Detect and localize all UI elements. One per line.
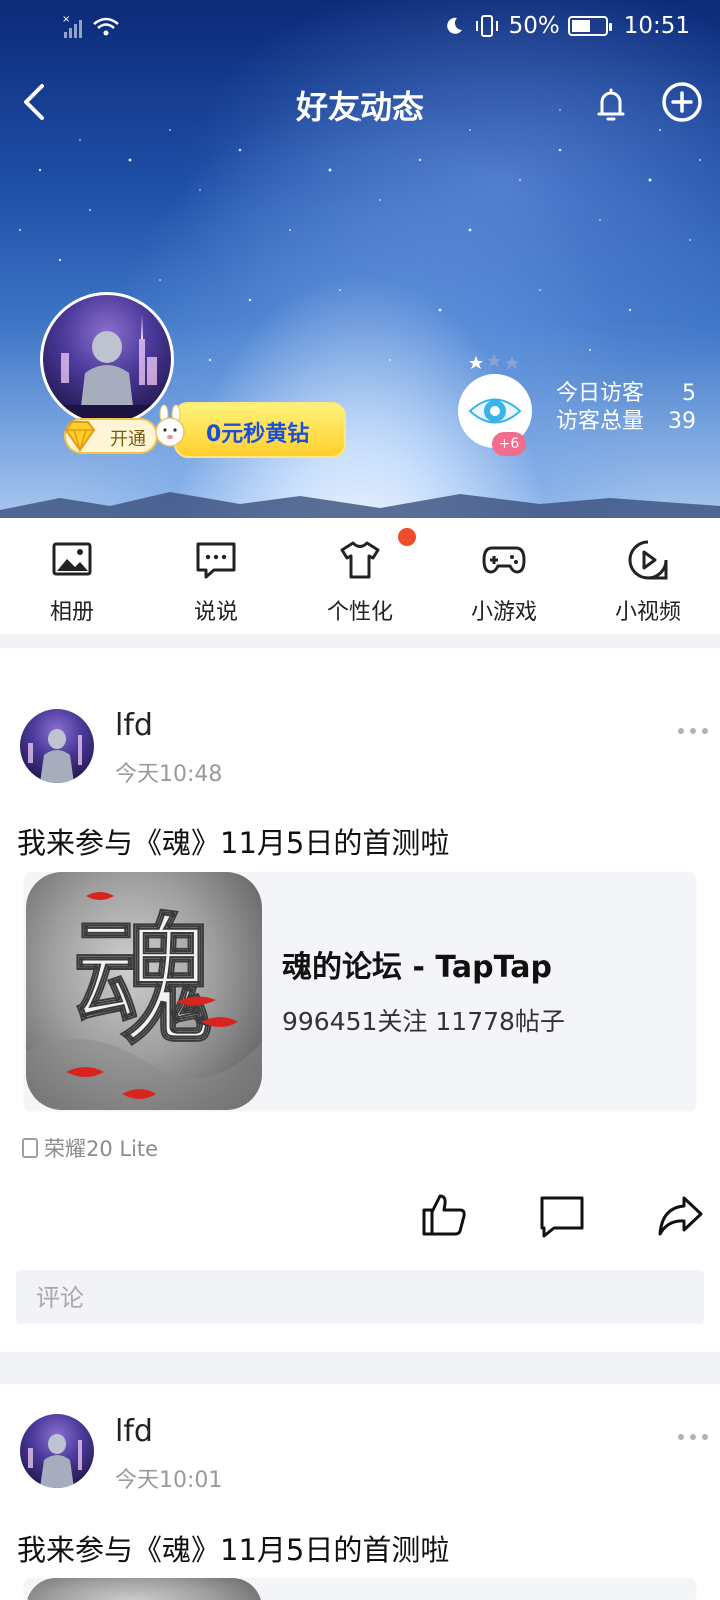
vip-badge-label: 开通	[110, 429, 146, 450]
top-bar: 好友动态	[0, 70, 720, 134]
share-button[interactable]	[656, 1192, 704, 1240]
comment-field[interactable]	[16, 1270, 704, 1326]
battery-icon	[567, 16, 612, 36]
link-card[interactable]: 魂 魂的论坛 - TapTap 996451关注 11778帖子	[24, 872, 696, 1110]
link-card[interactable]	[24, 1578, 696, 1600]
total-visitors-label: 访客总量	[556, 409, 645, 434]
device-tag: 荣耀20 Lite	[22, 1133, 158, 1163]
section-divider	[0, 634, 720, 648]
diamond-icon	[64, 421, 96, 453]
comment-button[interactable]	[538, 1192, 586, 1240]
moon-icon	[446, 17, 462, 34]
card-subtitle: 996451关注 11778帖子	[282, 1007, 565, 1036]
quick-nav-videos[interactable]: 小视频	[576, 528, 720, 628]
post-text: 我来参与《魂》11月5日的首测啦	[17, 1533, 450, 1567]
quick-nav-label: 相册	[49, 600, 94, 625]
bunny-mascot-icon	[155, 404, 185, 447]
visitor-stats[interactable]: 今日访客 5 访客总量 39	[556, 380, 696, 436]
game-cover-character: 魂	[74, 900, 214, 1064]
stars-decoration	[469, 354, 519, 369]
today-visitors-value: 5	[682, 381, 696, 406]
post-username[interactable]: lfd	[115, 1414, 153, 1449]
quick-nav-label: 说说	[193, 600, 238, 625]
promo-label: 0元秒黄钻	[206, 422, 310, 447]
avatar-image	[28, 1434, 82, 1488]
more-options-button[interactable]	[676, 724, 710, 738]
svg-text:×: ×	[62, 14, 70, 25]
comment-input[interactable]	[16, 1270, 678, 1326]
mountain-silhouette	[0, 492, 720, 518]
post-time: 今天10:01	[115, 1468, 223, 1493]
open-vip-button[interactable]: 开通	[64, 418, 158, 454]
avatar-image	[28, 729, 82, 783]
shirt-icon	[340, 541, 380, 579]
clock: 10:51	[623, 13, 690, 39]
phone-icon	[22, 1138, 38, 1158]
vibrate-icon	[475, 15, 498, 37]
card-title: 魂的论坛 - TapTap	[282, 950, 552, 985]
status-bar: × 50% 10:51	[0, 0, 720, 52]
promo-yellow-diamond-button[interactable]: 0元秒黄钻	[174, 402, 346, 458]
game-cover-art: 魂	[26, 892, 262, 1110]
post-avatar[interactable]	[20, 1414, 94, 1488]
notification-dot	[398, 528, 416, 546]
add-post-button[interactable]	[660, 80, 704, 124]
total-visitors-value: 39	[668, 409, 696, 434]
chat-icon	[196, 542, 236, 579]
quick-nav-bar: 相册 说说 个性化 小游戏 小视频	[0, 518, 720, 634]
quick-nav-label: 小游戏	[470, 600, 537, 625]
album-icon	[52, 542, 92, 576]
today-visitors-label: 今日访客	[556, 381, 645, 406]
play-icon	[628, 540, 668, 580]
game-cover-image	[26, 1578, 262, 1600]
gamepad-icon	[482, 546, 526, 574]
post-time: 今天10:48	[115, 762, 223, 787]
status-right: 50% 10:51	[443, 10, 690, 42]
bell-icon[interactable]	[590, 82, 632, 124]
more-options-button[interactable]	[676, 1430, 710, 1444]
like-button[interactable]	[420, 1190, 468, 1238]
quick-nav-label: 个性化	[326, 600, 393, 625]
visitor-new-badge: +6	[492, 432, 526, 456]
device-name: 荣耀20 Lite	[44, 1137, 159, 1161]
quick-nav-album[interactable]: 相册	[0, 528, 144, 628]
signal-wifi-icon: ×	[62, 14, 119, 38]
quick-nav-label: 小视频	[614, 600, 681, 625]
post-username[interactable]: lfd	[115, 708, 153, 743]
post-avatar[interactable]	[20, 709, 94, 783]
game-cover-image: 魂	[26, 872, 262, 1110]
section-divider	[0, 1352, 720, 1384]
quick-nav-moments[interactable]: 说说	[144, 528, 288, 628]
post-text: 我来参与《魂》11月5日的首测啦	[17, 826, 450, 860]
quick-nav-games[interactable]: 小游戏	[432, 528, 576, 628]
battery-percent: 50%	[508, 13, 560, 39]
